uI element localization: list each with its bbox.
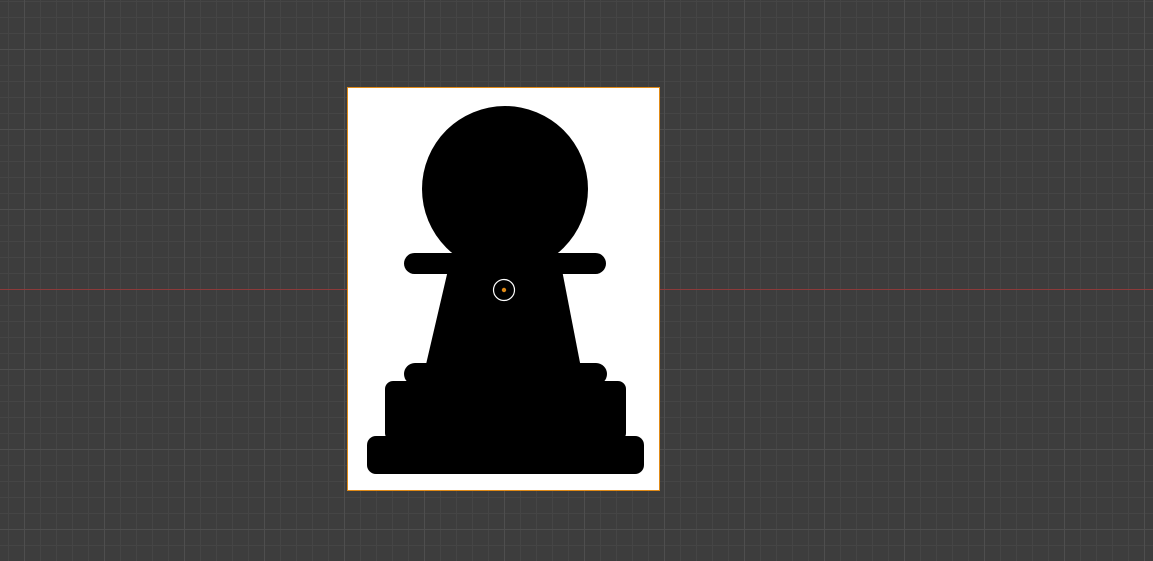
origin-dot bbox=[501, 287, 507, 293]
3d-viewport[interactable] bbox=[0, 0, 1153, 561]
pawn-base-upper bbox=[385, 381, 626, 441]
pawn-head bbox=[422, 106, 588, 272]
pawn-base-bottom bbox=[367, 436, 644, 474]
origin-point-icon[interactable] bbox=[492, 278, 516, 302]
